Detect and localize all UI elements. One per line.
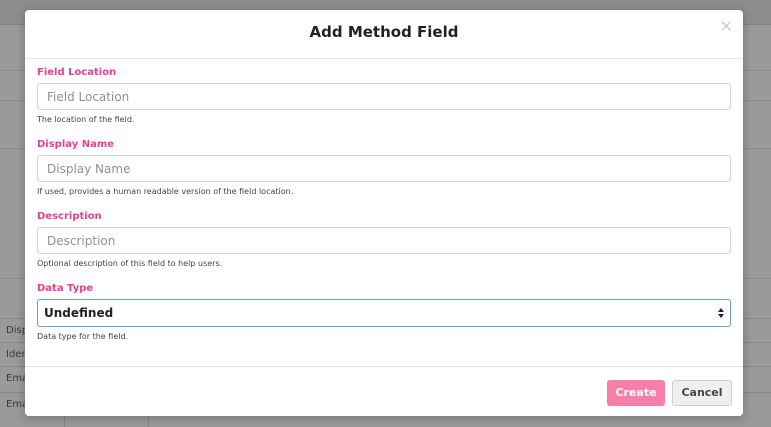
data-type-label: Data Type	[37, 283, 94, 294]
add-method-field-dialog: Add Method Field × Field Location The lo…	[25, 10, 743, 416]
data-type-help: Data type for the field.	[37, 332, 129, 341]
description-help: Optional description of this field to he…	[37, 259, 223, 268]
create-button[interactable]: Create	[607, 380, 665, 406]
description-label: Description	[37, 211, 102, 222]
cancel-button[interactable]: Cancel	[672, 380, 732, 406]
data-type-select[interactable]: Undefined	[37, 299, 731, 327]
display-name-label: Display Name	[37, 139, 115, 150]
display-name-help: If used, provides a human readable versi…	[37, 187, 294, 196]
modal-footer: Create Cancel	[25, 366, 743, 417]
modal-title: Add Method Field	[309, 23, 459, 41]
modal-header: Add Method Field ×	[25, 10, 743, 59]
select-arrows-icon	[718, 308, 724, 318]
field-location-label: Field Location	[37, 67, 117, 78]
description-input[interactable]	[37, 227, 731, 254]
close-icon[interactable]: ×	[720, 18, 733, 34]
field-location-help: The location of the field.	[37, 115, 135, 124]
data-type-selected-value: Undefined	[44, 306, 114, 320]
display-name-input[interactable]	[37, 155, 731, 182]
field-location-input[interactable]	[37, 83, 731, 110]
